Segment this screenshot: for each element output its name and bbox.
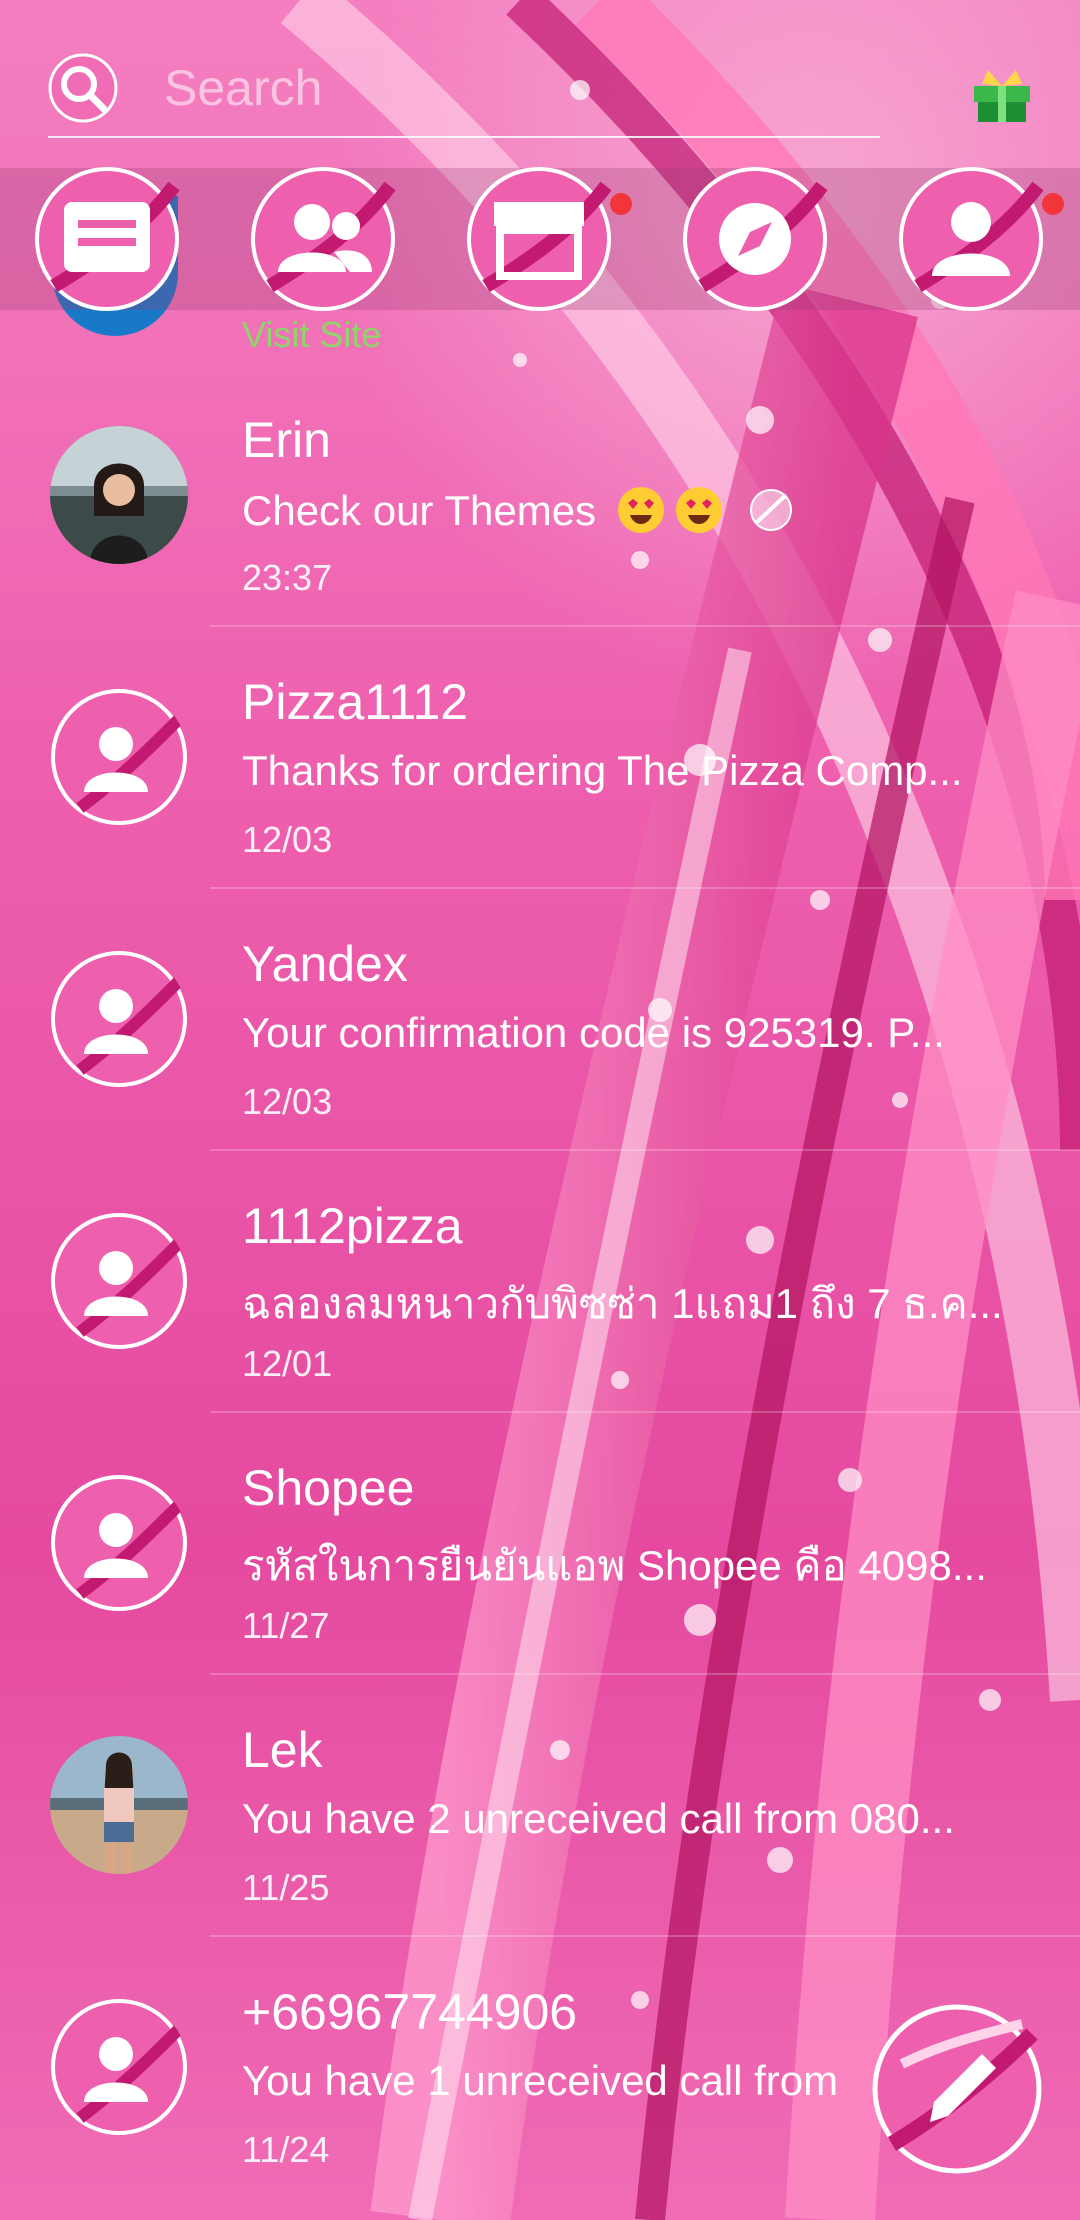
conversation-row[interactable]: Pizza1112 Thanks for ordering The Pizza …: [0, 627, 1080, 889]
contact-name: Yandex: [242, 936, 408, 992]
message-preview: Check our Themes: [242, 485, 1022, 535]
search-input[interactable]: Search: [164, 59, 322, 117]
search-icon[interactable]: [48, 53, 118, 123]
message-time: 11/25: [242, 1867, 330, 1908]
default-contact-avatar: [50, 1474, 188, 1612]
top-action-bar: [0, 166, 1080, 312]
menu-button[interactable]: [34, 166, 180, 312]
message-preview: Thanks for ordering The Pizza Comp...: [242, 747, 963, 794]
theme-sticker-icon: [749, 489, 792, 531]
profile-badge: [1042, 193, 1064, 215]
store-badge: [610, 193, 632, 215]
message-time: 11/27: [242, 1605, 330, 1646]
message-time: 12/03: [242, 819, 333, 860]
message-preview: รหัสในการยืนยันแอพ Shopee คือ 4098...: [242, 1542, 987, 1589]
conversation-row[interactable]: Yandex Your confirmation code is 925319.…: [0, 889, 1080, 1151]
message-time: 12/01: [242, 1343, 333, 1384]
conversation-list: Erin Check our Themes 23:37 Pizza1112 Th…: [0, 365, 1080, 2199]
contact-name: Shopee: [242, 1460, 415, 1516]
conversation-row[interactable]: Erin Check our Themes 23:37: [0, 365, 1080, 627]
discover-button[interactable]: [682, 166, 828, 312]
profile-button[interactable]: [898, 166, 1044, 312]
profile-icon: [899, 167, 1044, 311]
store-icon: [467, 167, 612, 311]
default-contact-avatar: [50, 1212, 188, 1350]
conversation-row[interactable]: Lek You have 2 unreceived call from 080.…: [0, 1675, 1080, 1937]
contact-name: +66967744906: [242, 1984, 578, 2040]
message-preview: You have 2 unreceived call from 080...: [242, 1795, 955, 1842]
contacts-icon: [251, 167, 396, 311]
search-bar[interactable]: Search: [48, 40, 880, 138]
conversation-row[interactable]: 1112pizza ฉลองลมหนาวกับพิซซ่า 1แถม1 ถึง …: [0, 1151, 1080, 1413]
contact-name: Lek: [242, 1722, 323, 1778]
message-preview: Your confirmation code is 925319. P...: [242, 1009, 945, 1056]
contact-photo-avatar: [50, 1736, 188, 1874]
contacts-button[interactable]: [250, 166, 396, 312]
gift-icon[interactable]: [970, 66, 1034, 124]
default-contact-avatar: [50, 1998, 188, 2136]
compass-icon: [683, 167, 828, 311]
heart-eyes-emoji-icon: [675, 487, 722, 533]
message-time: 11/24: [242, 2129, 330, 2170]
message-time: 23:37: [242, 557, 333, 598]
default-contact-avatar: [50, 688, 188, 826]
store-button[interactable]: [466, 166, 612, 312]
contact-name: Pizza1112: [242, 674, 469, 730]
message-time: 12/03: [242, 1081, 333, 1122]
contact-name: 1112pizza: [242, 1198, 463, 1254]
conversation-row[interactable]: Shopee รหัสในการยืนยันแอพ Shopee คือ 409…: [0, 1413, 1080, 1675]
pencil-icon: [872, 2004, 1042, 2174]
menu-icon: [35, 167, 180, 311]
message-preview: ฉลองลมหนาวกับพิซซ่า 1แถม1 ถึง 7 ธ.ค...: [242, 1280, 1003, 1327]
default-contact-avatar: [50, 950, 188, 1088]
visit-site-link[interactable]: Visit Site: [242, 314, 381, 356]
compose-button[interactable]: [872, 2004, 1042, 2174]
heart-eyes-emoji-icon: [617, 487, 664, 533]
contact-photo-avatar: [50, 426, 188, 564]
contact-name: Erin: [242, 412, 331, 468]
